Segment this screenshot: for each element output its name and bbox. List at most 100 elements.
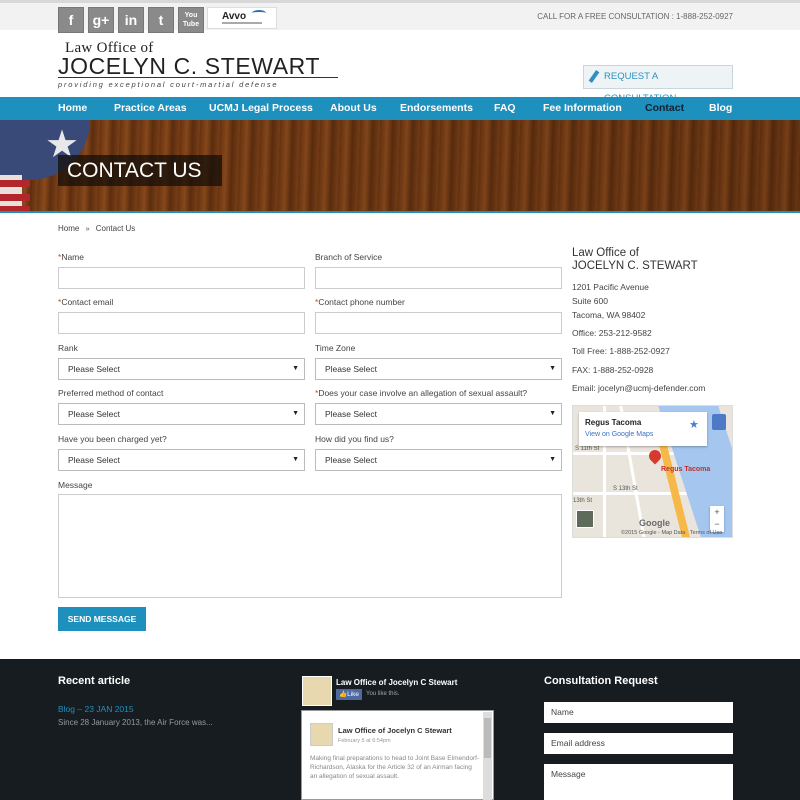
pencil-icon	[588, 70, 600, 83]
branch-field[interactable]	[315, 267, 562, 289]
sidebar-firm-name-line2: JOCELYN C. STEWART	[572, 260, 698, 272]
timezone-label: Time Zone	[315, 343, 356, 353]
phone-label-text: Contact phone number	[318, 297, 405, 307]
zoom-in-icon[interactable]: +	[710, 506, 724, 518]
preferred-contact-value: Please Select	[68, 409, 120, 419]
flag-stripe	[0, 194, 30, 201]
thumbs-up-icon: 👍	[339, 691, 348, 698]
google-plus-icon[interactable]: g+	[88, 7, 114, 33]
nav-faq[interactable]: FAQ	[494, 97, 516, 120]
consult-name-input[interactable]: Name	[544, 702, 733, 723]
fax-number: FAX: 1-888-252-0928	[572, 365, 654, 375]
message-textarea[interactable]	[58, 494, 562, 598]
linkedin-icon[interactable]: in	[118, 7, 144, 33]
phone-label: *Contact phone number	[315, 297, 405, 307]
sexual-assault-value: Please Select	[325, 409, 377, 419]
zoom-out-icon[interactable]: −	[710, 518, 724, 530]
email-label: *Contact email	[58, 297, 113, 307]
youtube-icon[interactable]: You Tube	[178, 7, 204, 33]
scrollbar-thumb[interactable]	[484, 718, 491, 758]
found-us-select[interactable]: Please Select ▼	[315, 449, 562, 471]
avvo-arc-icon	[252, 10, 266, 16]
satellite-toggle[interactable]	[576, 510, 594, 528]
preferred-contact-label: Preferred method of contact	[58, 388, 164, 398]
pegman-icon[interactable]	[712, 414, 726, 430]
avvo-badge[interactable]: Avvo	[207, 7, 277, 29]
save-star-icon[interactable]: ★	[689, 418, 699, 431]
breadcrumb-current: Contact Us	[95, 224, 136, 233]
flag-stripe	[0, 180, 30, 187]
fb-post-avatar	[310, 723, 333, 746]
chevron-down-icon: ▼	[549, 410, 556, 417]
fb-page-avatar[interactable]	[302, 676, 332, 706]
nav-fee-information[interactable]: Fee Information	[543, 97, 622, 120]
sexual-assault-select[interactable]: Please Select ▼	[315, 403, 562, 425]
fb-feed-scrollbar[interactable]	[483, 712, 492, 800]
rank-select[interactable]: Please Select ▼	[58, 358, 305, 380]
nav-practice-areas[interactable]: Practice Areas	[114, 97, 187, 120]
email-address[interactable]: Email: jocelyn@ucmj-defender.com	[572, 383, 705, 393]
map-place-card: Regus Tacoma View on Google Maps ★	[579, 412, 707, 446]
charged-select[interactable]: Please Select ▼	[58, 449, 305, 471]
fb-like-text: You like this.	[366, 691, 400, 697]
charged-label: Have you been charged yet?	[58, 434, 167, 444]
name-label-text: Name	[61, 252, 84, 262]
phone-field[interactable]	[315, 312, 562, 334]
request-consultation-button[interactable]: REQUEST A CONSULTATION	[583, 65, 733, 104]
rank-label: Rank	[58, 343, 78, 353]
rank-select-value: Please Select	[68, 364, 120, 374]
email-field[interactable]	[58, 312, 305, 334]
map-place-name: Regus Tacoma	[585, 418, 642, 427]
banner-divider	[0, 211, 800, 213]
nav-home[interactable]: Home	[58, 97, 87, 120]
location-map[interactable]: S 11th St S 13th St 13th St Regus Tacoma…	[572, 405, 733, 538]
nav-ucmj-legal-process[interactable]: UCMJ Legal Process	[209, 97, 313, 120]
message-label: Message	[58, 480, 93, 490]
map-attribution: ©2015 Google - Map Data Terms of Use	[621, 530, 722, 536]
nav-contact[interactable]: Contact	[645, 97, 684, 120]
twitter-icon[interactable]: t	[148, 7, 174, 33]
breadcrumb: Home » Contact Us	[58, 224, 135, 233]
nav-about-us[interactable]: About Us	[330, 97, 377, 120]
preferred-contact-select[interactable]: Please Select ▼	[58, 403, 305, 425]
office-phone: Office: 253-212-9582	[572, 328, 652, 338]
consult-message-input[interactable]: Message	[544, 764, 733, 800]
name-label: *Name	[58, 252, 84, 262]
sidebar-firm-name: Law Office of JOCELYN C. STEWART	[572, 247, 698, 273]
toll-free-phone: Toll Free: 1-888-252-0927	[572, 346, 670, 356]
avvo-underline	[222, 22, 262, 24]
nav-endorsements[interactable]: Endorsements	[400, 97, 473, 120]
recent-article-link[interactable]: Blog – 23 JAN 2015	[58, 704, 134, 714]
address-line-1: 1201 Pacific Avenue	[572, 282, 649, 292]
nav-blog[interactable]: Blog	[709, 97, 732, 120]
fb-post-author[interactable]: Law Office of Jocelyn C Stewart	[338, 726, 452, 735]
fb-like-label: Like	[347, 691, 360, 698]
map-street-label: S 13th St	[613, 486, 638, 492]
map-street-label: 13th St	[573, 498, 593, 504]
logo-tagline: providing exceptional court-martial defe…	[58, 80, 279, 89]
recent-article-excerpt: Since 28 January 2013, the Air Force was…	[58, 718, 213, 727]
fb-page-name[interactable]: Law Office of Jocelyn C Stewart	[336, 678, 457, 687]
terms-link[interactable]: Terms of Use	[690, 530, 722, 536]
sidebar-firm-name-line1: Law Office of	[572, 247, 639, 259]
map-zoom-control[interactable]: + −	[710, 506, 724, 532]
name-field[interactable]	[58, 267, 305, 289]
view-on-google-maps-link[interactable]: View on Google Maps	[585, 431, 653, 438]
page-title: CONTACT US	[58, 155, 222, 186]
logo-divider	[58, 77, 338, 78]
chevron-down-icon: ▼	[549, 456, 556, 463]
send-message-button[interactable]: SEND MESSAGE	[58, 607, 146, 631]
consultation-request-heading: Consultation Request	[544, 675, 658, 687]
fb-post-date: February 5 at 6:54pm	[338, 738, 391, 744]
consult-email-input[interactable]: Email address	[544, 733, 733, 754]
breadcrumb-separator: »	[85, 226, 90, 233]
fb-post-text: Making final preparations to head to Joi…	[310, 755, 480, 780]
fb-like-button[interactable]: 👍Like	[336, 689, 362, 700]
timezone-select[interactable]: Please Select ▼	[315, 358, 562, 380]
chevron-down-icon: ▼	[549, 365, 556, 372]
breadcrumb-home[interactable]: Home	[58, 224, 79, 233]
facebook-icon[interactable]: f	[58, 7, 84, 33]
sexual-assault-label-text: Does your case involve an allegation of …	[318, 388, 528, 398]
chevron-down-icon: ▼	[292, 410, 299, 417]
call-text: CALL FOR A FREE CONSULTATION : 1-888-252…	[537, 12, 733, 21]
